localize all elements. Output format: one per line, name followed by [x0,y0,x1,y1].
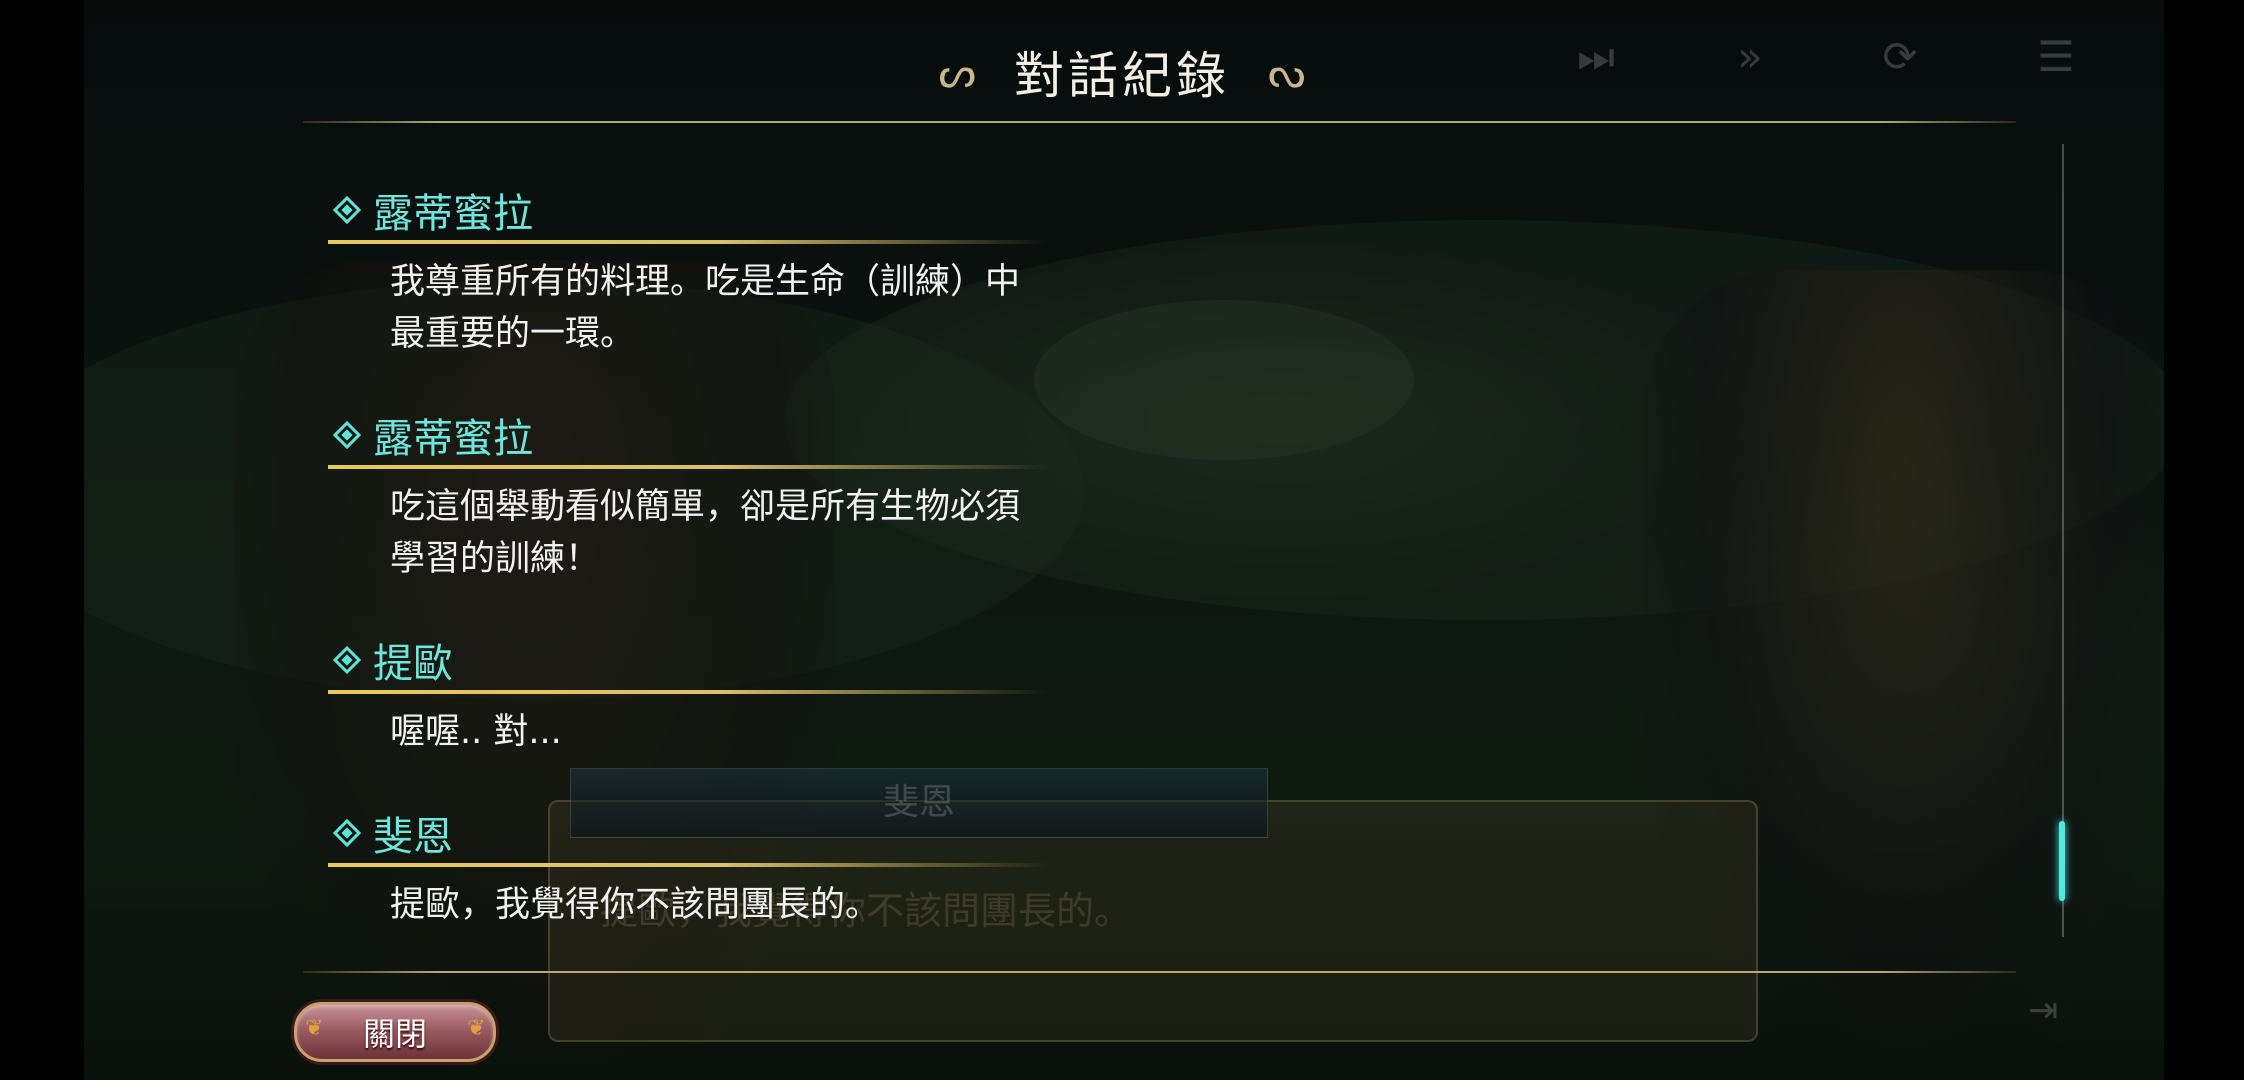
speaker-name: 露蒂蜜拉 [373,416,533,462]
left-scroll-ornament-icon: ᔕ [938,47,976,97]
right-scroll-ornament-icon: ᔓ [1268,47,1306,97]
background-next-icon: ⇥ [2028,990,2059,1031]
speaker-diamond-icon [332,420,362,450]
log-entry: 提歐 喔喔.. 對... [328,632,1068,758]
log-header: ᔕ 對話紀錄 ᔓ [0,36,2244,108]
speaker-diamond-icon [332,645,362,675]
speaker-diamond-icon [332,818,362,848]
speaker-underline [328,690,1048,694]
dialog-line: 吃這個舉動看似簡單，卻是所有生物必須 [390,487,1021,527]
button-ornament-icon: ❦ [467,1016,486,1041]
log-entry: 露蒂蜜拉 吃這個舉動看似簡單，卻是所有生物必須 學習的訓練！ [328,407,1068,585]
speaker-name: 露蒂蜜拉 [373,191,533,237]
speaker-name: 斐恩 [373,814,453,860]
page-title: 對話紀錄 [1014,47,1230,105]
speaker-underline [328,465,1048,469]
dialog-line: 提歐，我覺得你不該問團長的。 [390,885,881,925]
dialog-line: 學習的訓練！ [390,539,601,579]
dialog-line: 最重要的一環。 [390,314,636,354]
speaker-diamond-icon [332,195,362,225]
button-ornament-icon: ❦ [305,1016,324,1041]
dialog-line: 我尊重所有的料理。吃是生命（訓練）中 [390,262,1021,302]
title-divider [303,121,2016,123]
scrollbar-track[interactable] [2062,144,2064,937]
speaker-underline [328,863,1048,867]
dialog-line: 喔喔.. 對... [390,712,562,752]
log-entry: 露蒂蜜拉 我尊重所有的料理。吃是生命（訓練）中 最重要的一環。 [328,182,1068,360]
close-button[interactable]: ❦ 關閉 ❦ [294,1002,496,1062]
scrollbar-thumb[interactable] [2059,821,2065,902]
speaker-underline [328,240,1048,244]
close-button-label: 關閉 [362,1015,427,1053]
speaker-name: 提歐 [373,641,453,687]
bottom-divider [303,971,2016,973]
log-entry: 斐恩 提歐，我覺得你不該問團長的。 [328,805,1068,931]
